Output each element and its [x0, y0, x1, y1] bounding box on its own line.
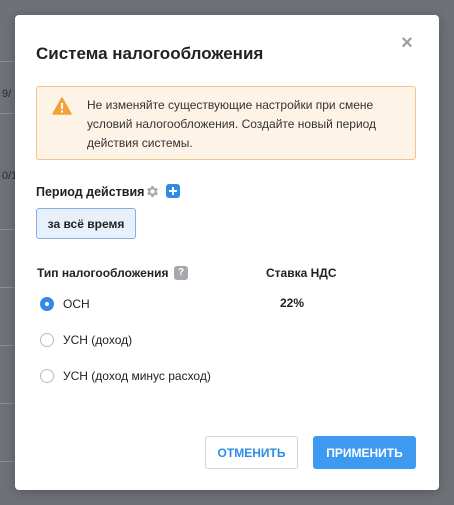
apply-button[interactable]: ПРИМЕНИТЬ — [313, 436, 416, 469]
tax-option-label: УСН (доход минус расход) — [63, 369, 211, 383]
close-icon[interactable]: × — [397, 33, 417, 53]
backdrop-divider — [0, 461, 16, 462]
gear-icon[interactable] — [145, 184, 160, 199]
cancel-button[interactable]: ОТМЕНИТЬ — [205, 436, 298, 469]
warning-banner: Не изменяйте существующие настройки при … — [36, 86, 416, 160]
backdrop-divider — [0, 229, 16, 230]
tax-option-label: ОСН — [63, 297, 90, 311]
backdrop-divider — [0, 113, 16, 114]
tax-option-osn[interactable]: ОСН — [40, 296, 90, 312]
warning-icon — [52, 97, 72, 115]
add-period-icon[interactable] — [166, 184, 180, 198]
radio-button[interactable] — [40, 369, 54, 383]
tax-option-usn-income-minus-expense[interactable]: УСН (доход минус расход) — [40, 368, 211, 384]
period-label: Период действия — [36, 185, 145, 199]
warning-text: Не изменяйте существующие настройки при … — [87, 98, 377, 150]
question-icon[interactable]: ? — [174, 266, 188, 280]
radio-button[interactable] — [40, 297, 54, 311]
backdrop-divider — [0, 345, 16, 346]
period-selector[interactable]: за всё время — [36, 208, 136, 239]
tax-system-dialog: Система налогообложения × Не изменяйте с… — [15, 15, 439, 490]
dialog-title: Система налогообложения — [36, 44, 264, 63]
tax-option-label: УСН (доход) — [63, 333, 133, 347]
vat-rate-header: Ставка НДС — [266, 266, 337, 280]
backdrop-divider — [0, 403, 16, 404]
backdrop-fragment: 9/ — [2, 88, 12, 100]
vat-rate-value: 22% — [280, 296, 305, 310]
tax-type-header: Тип налогообложения — [37, 266, 169, 280]
radio-button[interactable] — [40, 333, 54, 347]
tax-option-usn-income[interactable]: УСН (доход) — [40, 332, 132, 348]
backdrop-divider — [0, 61, 16, 62]
backdrop-divider — [0, 287, 16, 288]
